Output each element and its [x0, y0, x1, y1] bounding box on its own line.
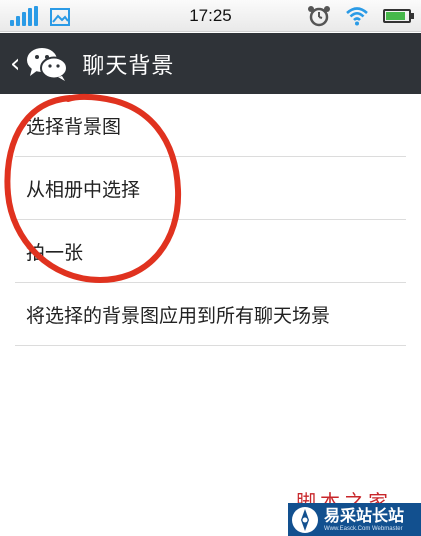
compass-logo-icon	[292, 506, 318, 533]
chevron-left-icon: ‹	[10, 48, 21, 79]
menu-item-apply-to-all-chats[interactable]: 将选择的背景图应用到所有聊天场景	[15, 283, 406, 346]
badge-title: 易采站长站	[324, 505, 405, 525]
wechat-logo-icon	[27, 47, 69, 81]
badge-text: 易采站长站 Www.Easck.Com Webmaster	[324, 505, 405, 533]
menu-list: 选择背景图 从相册中选择 拍一张 将选择的背景图应用到所有聊天场景	[0, 94, 421, 346]
status-right-group	[307, 5, 414, 27]
battery-fill	[386, 12, 405, 20]
status-bar: 17:25	[0, 0, 421, 32]
menu-item-select-background[interactable]: 选择背景图	[15, 94, 406, 157]
menu-item-choose-from-album[interactable]: 从相册中选择	[15, 157, 406, 220]
alarm-icon	[308, 6, 330, 27]
badge-url: Www.Easck.Com Webmaster	[324, 525, 403, 532]
wifi-icon	[346, 7, 368, 26]
battery-icon	[383, 9, 414, 23]
watermark-badge: 易采站长站 Www.Easck.Com Webmaster	[288, 503, 421, 536]
back-button[interactable]: ‹	[0, 33, 69, 94]
app-header: ‹ 聊天背景	[0, 33, 421, 94]
page-title: 聊天背景	[82, 53, 175, 79]
menu-item-take-photo[interactable]: 拍一张	[15, 220, 406, 283]
